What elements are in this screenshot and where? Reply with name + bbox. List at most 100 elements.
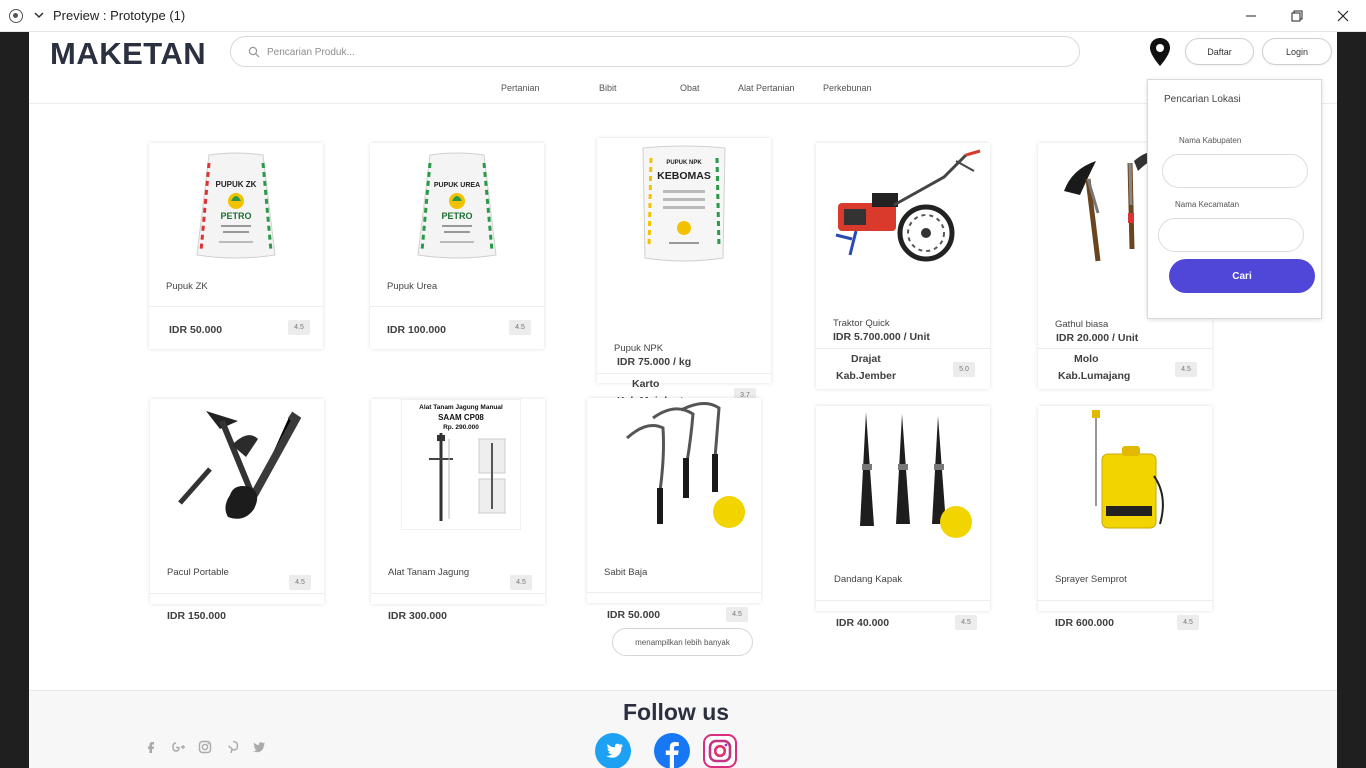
twitter-icon[interactable] xyxy=(252,740,266,754)
product-card[interactable]: Traktor Quick IDR 5.700.000 / Unit Draja… xyxy=(816,143,990,389)
card-divider xyxy=(149,306,323,307)
rating-badge: 4.5 xyxy=(955,615,977,630)
rating-badge: 4.5 xyxy=(288,320,310,335)
card-divider xyxy=(816,348,990,349)
card-divider xyxy=(1038,348,1212,349)
product-price: IDR 75.000 / kg xyxy=(617,356,692,368)
follow-us-title: Follow us xyxy=(623,699,730,725)
minimize-icon[interactable] xyxy=(1241,6,1261,26)
register-button[interactable]: Daftar xyxy=(1185,38,1254,65)
corn-planter-image: Alat Tanam Jagung Manual SAAM CP08 Rp. 2… xyxy=(371,399,545,530)
card-divider xyxy=(370,306,544,307)
product-name: Sprayer Semprot xyxy=(1055,574,1127,585)
twitter-icon[interactable] xyxy=(594,732,632,768)
svg-text:Alat Tanam Jagung Manual: Alat Tanam Jagung Manual xyxy=(419,404,503,411)
rating-badge: 4.5 xyxy=(726,607,748,622)
sprayer-image xyxy=(1092,410,1164,529)
sickle-image xyxy=(625,402,745,528)
fertilizer-bag-image: PUPUK UREA PETRO xyxy=(417,152,497,259)
product-price: IDR 600.000 xyxy=(1055,617,1114,629)
product-card[interactable]: PUPUK NPK KEBOMAS Pupuk NPK IDR 75.000 /… xyxy=(597,138,771,407)
brand-logo[interactable]: MAKETAN xyxy=(50,36,206,72)
seller-info: Drajat Kab.Jember xyxy=(836,351,896,385)
pickaxe-image xyxy=(860,412,972,538)
seller-name: Molo xyxy=(1074,353,1099,365)
chevron-down-icon[interactable] xyxy=(32,8,46,22)
page-footer: Follow us xyxy=(29,690,1337,768)
google-plus-icon[interactable] xyxy=(170,740,186,754)
product-price: IDR 100.000 xyxy=(387,324,446,336)
nav-item-perkebunan[interactable]: Perkebunan xyxy=(823,83,872,93)
search-location-button[interactable]: Cari xyxy=(1169,259,1315,293)
tractor-image xyxy=(835,149,981,262)
seller-location: Kab.Lumajang xyxy=(1058,370,1131,382)
window-titlebar: Preview : Prototype (1) xyxy=(0,0,1366,32)
product-card[interactable]: PUPUK UREA PETRO Pupuk Urea IDR 100.000 … xyxy=(370,143,544,349)
product-price: IDR 150.000 xyxy=(167,610,226,622)
product-price: IDR 40.000 xyxy=(836,617,890,629)
svg-text:Rp. 290.000: Rp. 290.000 xyxy=(443,424,479,431)
product-name: Pupuk Urea xyxy=(387,281,438,292)
rating-badge: 4.5 xyxy=(1177,615,1199,630)
nav-item-alat-pertanian[interactable]: Alat Pertanian xyxy=(738,83,795,93)
product-card[interactable]: Sprayer Semprot IDR 600.000 4.5 xyxy=(1038,406,1212,630)
rating-badge: 4.5 xyxy=(289,575,311,590)
subdistrict-label: Nama Kecamatan xyxy=(1175,200,1240,209)
product-name: Pacul Portable xyxy=(167,567,229,578)
search-icon xyxy=(248,46,260,58)
card-divider xyxy=(597,373,771,374)
district-input[interactable] xyxy=(1162,154,1308,188)
card-divider xyxy=(150,593,324,594)
product-name: Sabit Baja xyxy=(604,567,648,578)
svg-text:PETRO: PETRO xyxy=(441,211,472,221)
popover-title: Pencarian Lokasi xyxy=(1164,94,1241,105)
card-divider xyxy=(587,592,761,593)
rating-badge: 5.0 xyxy=(953,362,975,377)
product-card[interactable]: PUPUK ZK PETRO Pupuk ZK IDR 50.000 4.5 xyxy=(149,143,323,349)
seller-info: Molo Kab.Lumajang xyxy=(1058,351,1130,385)
subdistrict-input[interactable] xyxy=(1158,218,1304,252)
instagram-icon[interactable] xyxy=(198,740,212,754)
nav-item-pertanian[interactable]: Pertanian xyxy=(501,83,540,93)
pinterest-icon[interactable] xyxy=(226,740,240,754)
fertilizer-bag-image: PUPUK NPK KEBOMAS xyxy=(642,145,726,262)
product-price: IDR 50.000 xyxy=(607,609,661,621)
product-card[interactable]: Pacul Portable IDR 150.000 4.5 xyxy=(150,399,324,622)
card-divider xyxy=(1038,600,1212,601)
page-viewport: MAKETAN Daftar Login Pertanian Bibit Oba… xyxy=(29,32,1337,768)
product-price: IDR 20.000 / Unit xyxy=(1056,332,1139,344)
seller-location: Kab.Jember xyxy=(836,370,897,382)
nav-item-obat[interactable]: Obat xyxy=(680,83,700,93)
login-button[interactable]: Login xyxy=(1262,38,1332,65)
rating-badge: 4.5 xyxy=(510,575,532,590)
svg-text:SAAM CP08: SAAM CP08 xyxy=(438,413,484,422)
svg-text:KEBOMAS: KEBOMAS xyxy=(657,170,711,182)
product-name: Pupuk NPK xyxy=(614,343,664,354)
product-name: Alat Tanam Jagung xyxy=(388,567,470,578)
product-price: IDR 5.700.000 / Unit xyxy=(833,331,930,343)
product-card[interactable]: Alat Tanam Jagung Manual SAAM CP08 Rp. 2… xyxy=(371,399,545,622)
card-divider xyxy=(371,593,545,594)
restore-icon[interactable] xyxy=(1287,6,1307,26)
nav-item-bibit[interactable]: Bibit xyxy=(599,83,617,93)
product-name: Gathul biasa xyxy=(1055,319,1109,330)
product-name: Traktor Quick xyxy=(833,318,890,329)
search-bar xyxy=(230,36,1080,67)
folding-shovel-image xyxy=(178,411,302,519)
svg-text:PUPUK UREA: PUPUK UREA xyxy=(434,182,480,189)
load-more-button[interactable]: menampilkan lebih banyak xyxy=(612,628,753,656)
product-card[interactable]: Sabit Baja IDR 50.000 4.5 xyxy=(587,398,761,622)
facebook-icon[interactable] xyxy=(653,732,691,768)
search-input[interactable] xyxy=(267,43,1047,61)
app-icon xyxy=(9,9,23,23)
card-divider xyxy=(816,600,990,601)
instagram-icon[interactable] xyxy=(701,732,739,768)
close-icon[interactable] xyxy=(1333,6,1353,26)
facebook-icon[interactable] xyxy=(144,740,158,754)
location-pin-icon[interactable] xyxy=(1149,37,1171,67)
product-card[interactable]: Dandang Kapak IDR 40.000 4.5 xyxy=(816,406,990,630)
category-nav: Pertanian Bibit Obat Alat Pertanian Perk… xyxy=(29,76,1337,104)
location-search-popover: Pencarian Lokasi Nama Kabupaten Nama Kec… xyxy=(1147,79,1322,319)
svg-text:PETRO: PETRO xyxy=(220,211,251,221)
rating-badge: 4.5 xyxy=(509,320,531,335)
